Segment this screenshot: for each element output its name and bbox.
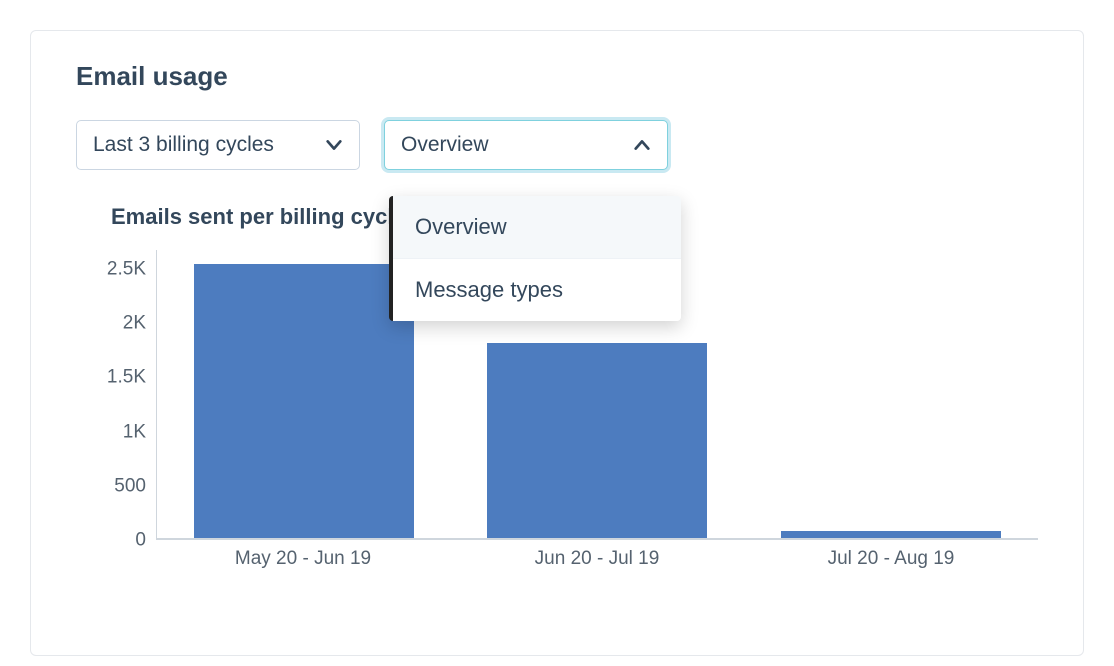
page-container: Email usage Last 3 billing cycles Overvi… [0,0,1114,666]
email-usage-card: Email usage Last 3 billing cycles Overvi… [30,30,1084,656]
y-tick-label: 1K [123,422,146,441]
x-axis: May 20 - Jun 19 Jun 20 - Jul 19 Jul 20 - A… [156,548,1038,570]
y-tick-label: 2.5K [107,260,146,279]
y-axis: 2.5K2K1.5K1K5000 [76,250,156,540]
x-tick-label: Jun 20 - Jul 19 [487,548,707,570]
controls-row: Last 3 billing cycles Overview [76,120,1038,170]
view-select-label: Overview [401,133,489,157]
period-select-label: Last 3 billing cycles [93,133,274,157]
period-select[interactable]: Last 3 billing cycles [76,120,360,170]
bar [781,531,1001,538]
view-select-dropdown: Overview Message types [389,196,681,321]
bar [194,264,414,538]
dropdown-option-message-types[interactable]: Message types [393,259,681,321]
chevron-down-icon [325,136,343,154]
bar [487,343,707,538]
y-tick-label: 0 [135,530,146,549]
chevron-up-icon [633,136,651,154]
x-tick-label: May 20 - Jun 19 [193,548,413,570]
page-title: Email usage [76,61,1038,92]
y-tick-label: 2K [123,314,146,333]
y-tick-label: 500 [114,476,146,495]
view-select[interactable]: Overview [384,120,668,170]
x-tick-label: Jul 20 - Aug 19 [781,548,1001,570]
dropdown-option-overview[interactable]: Overview [393,196,681,259]
y-tick-label: 1.5K [107,368,146,387]
